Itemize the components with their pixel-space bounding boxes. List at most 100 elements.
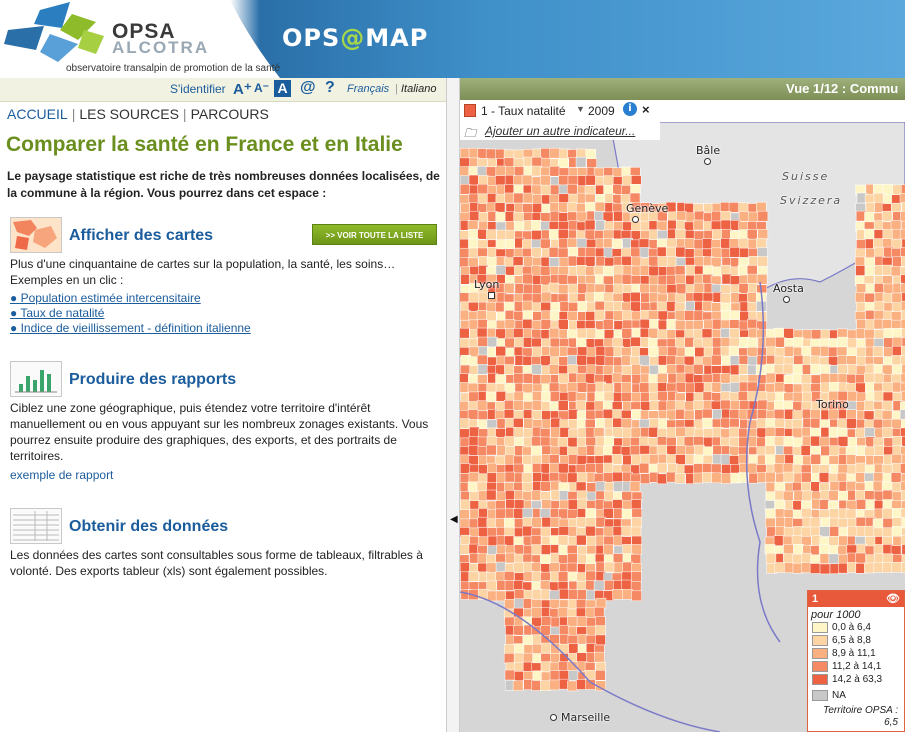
map-commune-cell[interactable] [675, 382, 687, 393]
map-commune-cell[interactable] [595, 634, 606, 646]
map-commune-cell[interactable] [612, 427, 623, 438]
map-commune-cell[interactable] [558, 400, 569, 411]
map-commune-cell[interactable] [558, 319, 569, 330]
map-commune-cell[interactable] [882, 229, 894, 240]
map-commune-cell[interactable] [594, 651, 605, 663]
map-commune-cell[interactable] [477, 183, 489, 195]
map-commune-cell[interactable] [621, 525, 632, 537]
link-population[interactable]: ● Population estimée intercensitaire [10, 291, 201, 305]
map-commune-cell[interactable] [621, 417, 632, 429]
map-commune-cell[interactable] [495, 508, 507, 520]
map-commune-cell[interactable] [693, 463, 704, 474]
map-commune-cell[interactable] [460, 509, 470, 520]
map-commune-cell[interactable] [522, 454, 533, 466]
map-commune-cell[interactable] [684, 346, 696, 358]
map-commune-cell[interactable] [622, 427, 633, 439]
map-commune-cell[interactable] [900, 283, 905, 295]
map-commune-cell[interactable] [773, 400, 785, 411]
map-commune-cell[interactable] [549, 462, 560, 474]
map-commune-cell[interactable] [604, 580, 615, 591]
map-commune-cell[interactable] [693, 472, 704, 484]
map-commune-cell[interactable] [639, 382, 650, 394]
map-commune-cell[interactable] [505, 229, 517, 241]
map-commune-cell[interactable] [837, 336, 849, 348]
map-commune-cell[interactable] [792, 391, 804, 403]
map-commune-cell[interactable] [603, 435, 615, 447]
map-commune-cell[interactable] [584, 219, 596, 231]
map-commune-cell[interactable] [873, 184, 884, 195]
map-commune-cell[interactable] [540, 481, 551, 492]
map-commune-cell[interactable] [548, 247, 560, 258]
map-commune-cell[interactable] [810, 435, 821, 447]
map-commune-cell[interactable] [818, 544, 830, 555]
map-commune-cell[interactable] [891, 526, 903, 537]
map-commune-cell[interactable] [630, 526, 642, 538]
map-commune-cell[interactable] [577, 301, 588, 312]
map-commune-cell[interactable] [729, 364, 741, 376]
map-commune-cell[interactable] [513, 212, 524, 223]
nav-parcours[interactable]: PARCOURS [191, 106, 269, 122]
map-commune-cell[interactable] [630, 292, 641, 303]
map-commune-cell[interactable] [541, 391, 552, 403]
map-commune-cell[interactable] [855, 517, 867, 528]
map-thumbnail-icon[interactable] [10, 217, 62, 253]
chart-thumbnail-icon[interactable] [10, 361, 62, 397]
map-commune-cell[interactable] [485, 489, 497, 501]
map-commune-cell[interactable] [891, 418, 902, 430]
map-commune-cell[interactable] [775, 336, 786, 348]
map-commune-cell[interactable] [557, 247, 569, 259]
map-commune-cell[interactable] [900, 508, 905, 519]
map-commune-cell[interactable] [540, 238, 551, 250]
map-commune-cell[interactable] [514, 544, 525, 555]
map-commune-cell[interactable] [611, 372, 623, 384]
map-commune-cell[interactable] [774, 418, 785, 430]
map-commune-cell[interactable] [685, 300, 696, 312]
map-commune-cell[interactable] [595, 616, 606, 627]
map-commune-cell[interactable] [512, 680, 524, 691]
map-commune-cell[interactable] [629, 445, 641, 456]
map-commune-cell[interactable] [810, 363, 821, 375]
map-commune-cell[interactable] [496, 491, 507, 503]
map-commune-cell[interactable] [513, 328, 524, 339]
map-commune-cell[interactable] [549, 670, 561, 681]
map-commune-cell[interactable] [828, 536, 839, 547]
map-commune-cell[interactable] [746, 463, 758, 474]
map-commune-cell[interactable] [694, 382, 705, 394]
map-commune-cell[interactable] [585, 149, 597, 160]
map-commune-cell[interactable] [694, 256, 705, 267]
map-commune-cell[interactable] [873, 301, 885, 312]
map-commune-cell[interactable] [710, 354, 722, 366]
map-commune-cell[interactable] [809, 517, 821, 528]
map-commune-cell[interactable] [631, 590, 642, 602]
map-commune-cell[interactable] [720, 473, 732, 484]
map-commune-cell[interactable] [504, 337, 515, 349]
map-commune-cell[interactable] [891, 345, 903, 357]
map-commune-cell[interactable] [746, 337, 758, 349]
map-commune-cell[interactable] [900, 211, 905, 222]
map-commune-cell[interactable] [674, 265, 686, 277]
map-commune-cell[interactable] [593, 580, 605, 591]
map-commune-cell[interactable] [558, 257, 570, 268]
lang-fr-link[interactable]: Français [347, 83, 389, 95]
map-commune-cell[interactable] [522, 203, 533, 214]
map-commune-cell[interactable] [568, 302, 579, 313]
map-commune-cell[interactable] [720, 264, 732, 276]
map-commune-cell[interactable] [774, 381, 785, 393]
map-commune-cell[interactable] [747, 273, 758, 285]
map-commune-cell[interactable] [720, 293, 731, 304]
map-commune-cell[interactable] [721, 464, 732, 475]
map-commune-cell[interactable] [737, 265, 749, 276]
map-commune-cell[interactable] [847, 329, 858, 341]
map-commune-cell[interactable] [820, 373, 831, 384]
map-commune-cell[interactable] [540, 544, 552, 555]
map-commune-cell[interactable] [900, 246, 905, 258]
map-commune-cell[interactable] [757, 210, 769, 222]
map-commune-cell[interactable] [675, 445, 687, 456]
map-commune-cell[interactable] [522, 525, 533, 537]
map-commune-cell[interactable] [505, 552, 516, 564]
map-commune-cell[interactable] [801, 472, 812, 484]
map-commune-cell[interactable] [829, 382, 840, 393]
map-commune-cell[interactable] [460, 247, 470, 259]
map-commune-cell[interactable] [657, 329, 668, 340]
map-commune-cell[interactable] [818, 472, 830, 483]
